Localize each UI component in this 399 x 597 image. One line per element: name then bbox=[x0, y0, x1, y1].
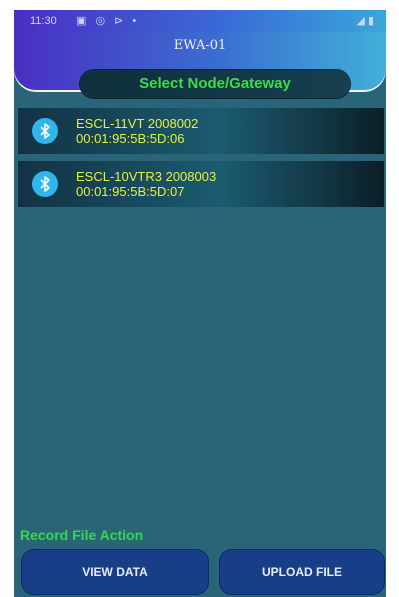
device-name: ESCL-10VTR3 2008003 bbox=[76, 169, 217, 184]
device-list: ESCL-11VT 2008002 00:01:95:5B:5D:06 ESCL… bbox=[18, 108, 384, 214]
device-name: ESCL-11VT 2008002 bbox=[76, 116, 199, 131]
device-mac-address: 00:01:95:5B:5D:07 bbox=[76, 184, 185, 199]
page-title: EWA-01 bbox=[173, 38, 227, 53]
view-data-button[interactable]: VIEW DATA bbox=[22, 550, 208, 594]
device-item[interactable]: ESCL-11VT 2008002 00:01:95:5B:5D:06 bbox=[18, 108, 384, 154]
upload-file-button[interactable]: UPLOAD FILE bbox=[220, 550, 384, 594]
bluetooth-icon bbox=[32, 118, 58, 144]
status-bar: 11:30 ▣ ◎ ⊳ • ◢ ▮ bbox=[14, 10, 386, 32]
select-node-gateway-label: Select Node/Gateway bbox=[80, 70, 350, 98]
bluetooth-icon bbox=[32, 171, 58, 197]
device-mac-address: 00:01:95:5B:5D:06 bbox=[76, 131, 185, 146]
status-time: 11:30 bbox=[30, 15, 57, 27]
notification-icons: ▣ ◎ ⊳ • bbox=[76, 15, 140, 27]
record-file-action-label: Record File Action bbox=[20, 527, 144, 543]
device-item[interactable]: ESCL-10VTR3 2008003 00:01:95:5B:5D:07 bbox=[18, 161, 384, 207]
app-screen: 11:30 ▣ ◎ ⊳ • ◢ ▮ EWA-01 Select Node/Gat… bbox=[14, 10, 386, 597]
signal-battery-icon: ◢ ▮ bbox=[356, 15, 374, 27]
